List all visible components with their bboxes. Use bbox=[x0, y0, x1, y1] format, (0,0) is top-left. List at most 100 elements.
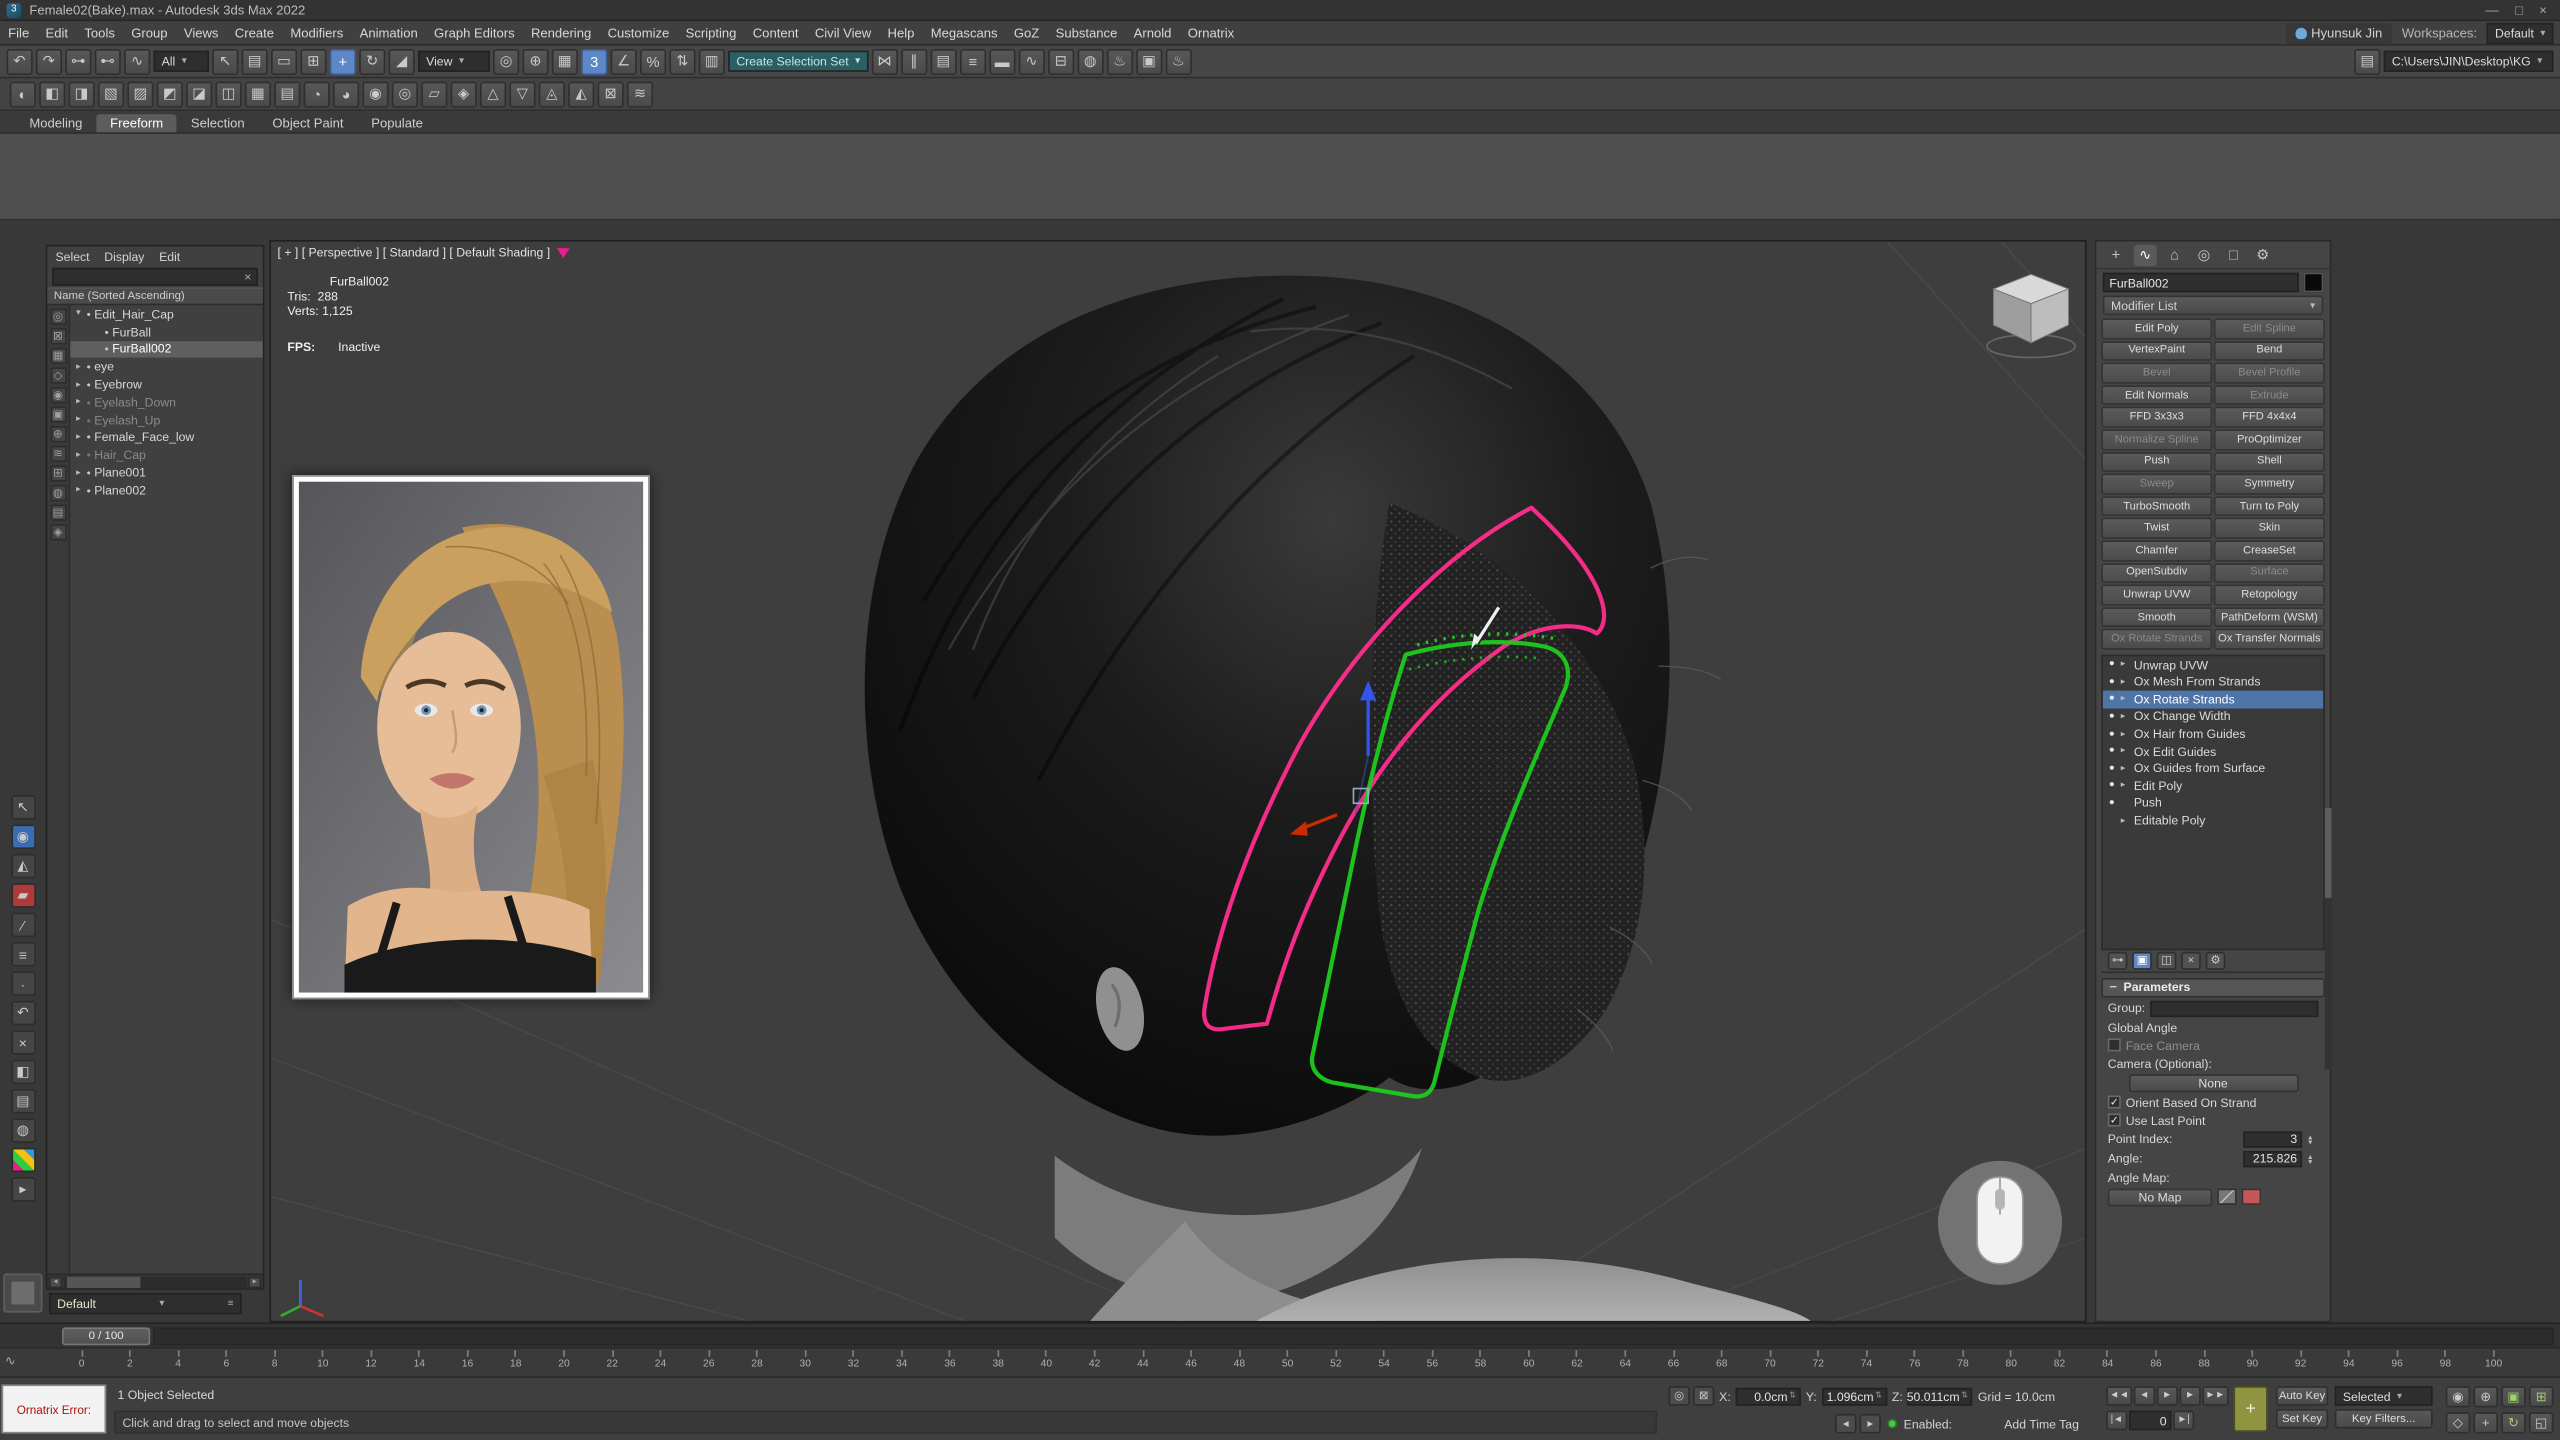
reference-coordinate-dropdown[interactable]: View bbox=[418, 51, 490, 72]
expand-arrow-icon[interactable]: ▸ bbox=[73, 415, 83, 425]
face-camera-checkbox[interactable] bbox=[2108, 1039, 2121, 1052]
explorer-menu-item[interactable]: Display bbox=[104, 250, 144, 265]
modifier-list-dropdown[interactable]: Modifier List bbox=[2103, 296, 2323, 316]
stack-expand-icon[interactable]: ▸ bbox=[2121, 712, 2131, 722]
scene-object-row[interactable]: ▸ ● Eyelash_Down bbox=[70, 393, 263, 411]
show-end-result-icon[interactable]: ▣ bbox=[2132, 952, 2152, 970]
time-tag-left-icon[interactable]: ◂ bbox=[1835, 1414, 1856, 1434]
go-to-end-icon[interactable]: ►► bbox=[2202, 1386, 2228, 1406]
mirror-strokes-icon[interactable]: ◧ bbox=[11, 1060, 35, 1084]
stack-expand-icon[interactable]: ▸ bbox=[2121, 816, 2131, 826]
scroll-left-icon[interactable]: ◂ bbox=[49, 1276, 62, 1287]
undo-icon[interactable]: ↶ bbox=[7, 48, 33, 74]
modifier-button[interactable]: Skin bbox=[2214, 518, 2325, 539]
ribbon-tab[interactable]: Object Paint bbox=[259, 114, 356, 132]
toggle-scene-explorer-icon[interactable]: ▤ bbox=[930, 48, 956, 74]
map-color-swatch[interactable] bbox=[2242, 1189, 2262, 1205]
scene-object-row[interactable]: ● FurBall002 bbox=[70, 341, 263, 359]
modifier-button[interactable]: ProOptimizer bbox=[2214, 429, 2325, 450]
explorer-sort-header[interactable]: Name (Sorted Ascending) bbox=[47, 287, 263, 305]
menu-item[interactable]: Civil View bbox=[807, 21, 880, 44]
angle-map-button[interactable]: No Map bbox=[2108, 1188, 2212, 1206]
create-selection-set-field[interactable]: Create Selection Set bbox=[728, 51, 868, 72]
menu-item[interactable]: Create bbox=[227, 21, 283, 44]
element-mode-tool-icon[interactable]: ▤ bbox=[274, 81, 300, 107]
menu-item[interactable]: Graph Editors bbox=[426, 21, 523, 44]
modifier-stack-row[interactable]: ● ▸ Ox Rotate Strands bbox=[2103, 691, 2323, 708]
smudge-brush-tool-icon[interactable]: ◬ bbox=[539, 81, 565, 107]
modifier-button[interactable]: FFD 3x3x3 bbox=[2101, 407, 2212, 428]
soft-selection-tool-icon[interactable]: ◐ bbox=[10, 81, 36, 107]
modifier-button[interactable]: Extrude bbox=[2214, 385, 2325, 406]
menu-item[interactable]: Ornatrix bbox=[1180, 21, 1243, 44]
bind-to-space-warp-icon[interactable]: ∿ bbox=[124, 48, 150, 74]
pick-object-icon[interactable]: ◭ bbox=[11, 854, 35, 878]
menu-item[interactable]: Content bbox=[745, 21, 807, 44]
menu-item[interactable]: File bbox=[0, 21, 37, 44]
modifier-button[interactable]: Edit Normals bbox=[2101, 385, 2212, 406]
menu-item[interactable]: Help bbox=[879, 21, 922, 44]
noise-brush-tool-icon[interactable]: ⊠ bbox=[598, 81, 624, 107]
quick-slice-tool-icon[interactable]: ◔ bbox=[304, 81, 330, 107]
user-account-button[interactable]: Hyunsuk Jin bbox=[2285, 23, 2392, 44]
camera-none-button[interactable]: None bbox=[2128, 1074, 2298, 1092]
angle-spinner[interactable]: ▲▼ bbox=[2307, 1154, 2318, 1164]
modifier-stack-row[interactable]: ● ▸ Ox Guides from Surface bbox=[2103, 760, 2323, 777]
edge-mode-tool-icon[interactable]: ◪ bbox=[186, 81, 212, 107]
stack-expand-icon[interactable]: ▸ bbox=[2121, 729, 2131, 739]
modifier-button[interactable]: Turn to Poly bbox=[2214, 496, 2325, 517]
point-index-field[interactable]: 3 bbox=[2243, 1131, 2302, 1147]
time-slider-track[interactable] bbox=[153, 1327, 2553, 1345]
display-tab-icon[interactable]: □ bbox=[2222, 244, 2245, 265]
use-last-point-checkbox[interactable]: ✓ bbox=[2108, 1114, 2121, 1127]
explorer-find-icon[interactable]: ◎ bbox=[50, 309, 66, 325]
modifier-visibility-icon[interactable]: ● bbox=[2106, 712, 2117, 722]
project-folder-icon[interactable]: ▤ bbox=[2354, 48, 2380, 74]
scene-object-row[interactable]: ● FurBall bbox=[70, 323, 263, 341]
modifier-visibility-icon[interactable]: ● bbox=[2106, 746, 2117, 756]
select-and-link-icon[interactable]: ⊶ bbox=[65, 48, 91, 74]
selection-lock-icon[interactable]: ⊠ bbox=[1693, 1386, 1714, 1406]
palette-icon[interactable]: ◍ bbox=[11, 1118, 35, 1142]
explorer-filter-shapes-icon[interactable]: ◇ bbox=[50, 367, 66, 383]
modifier-visibility-icon[interactable]: ● bbox=[2106, 695, 2117, 705]
object-name-field[interactable]: FurBall002 bbox=[2103, 273, 2299, 293]
perspective-viewport[interactable]: [ + ] [ Perspective ] [ Standard ] [ Def… bbox=[269, 240, 2086, 1322]
rendered-frame-window-icon[interactable]: ▣ bbox=[1136, 48, 1162, 74]
menu-item[interactable]: Arnold bbox=[1126, 21, 1180, 44]
select-by-name-icon[interactable]: ▤ bbox=[242, 48, 268, 74]
wave-brush-tool-icon[interactable]: ≋ bbox=[627, 81, 653, 107]
hair-point-icon[interactable]: · bbox=[11, 971, 35, 995]
stack-expand-icon[interactable]: ▸ bbox=[2121, 695, 2131, 705]
groom-select-icon[interactable]: ↖ bbox=[11, 795, 35, 819]
next-key-icon[interactable]: ►| bbox=[2173, 1411, 2194, 1431]
next-frame-icon[interactable]: ► bbox=[2179, 1386, 2200, 1406]
zoom-icon[interactable]: ◉ bbox=[2446, 1386, 2470, 1407]
modifier-button[interactable]: Chamfer bbox=[2101, 540, 2212, 561]
explorer-settings-icon[interactable]: ◍ bbox=[50, 485, 66, 501]
add-time-tag[interactable]: Add Time Tag bbox=[2004, 1416, 2079, 1431]
explorer-lock-icon[interactable]: ⊠ bbox=[50, 328, 66, 344]
zoom-extents-all-icon[interactable]: ⊞ bbox=[2529, 1386, 2553, 1407]
modifier-button[interactable]: Retopology bbox=[2214, 585, 2325, 606]
hair-pencil-icon[interactable]: ∕ bbox=[11, 913, 35, 937]
modifier-visibility-icon[interactable]: ● bbox=[2106, 660, 2117, 670]
expand-arrow-icon[interactable]: ▾ bbox=[73, 309, 83, 319]
expand-arrow-icon[interactable]: ▸ bbox=[73, 433, 83, 443]
command-panel-scrollbar[interactable] bbox=[2325, 808, 2332, 1069]
mirror-icon[interactable]: ⋈ bbox=[872, 48, 898, 74]
spinner-snap-icon[interactable]: ⇅ bbox=[669, 48, 695, 74]
modifier-stack-row[interactable]: ● Push bbox=[2103, 795, 2323, 812]
current-frame-field[interactable]: 0 bbox=[2129, 1411, 2171, 1431]
snaps-toggle-3d-icon[interactable]: 3 bbox=[581, 48, 607, 74]
modifier-stack-row[interactable]: ● ▸ Edit Poly bbox=[2103, 777, 2323, 794]
hair-comb-icon[interactable]: ≡ bbox=[11, 942, 35, 966]
map-slot-icon[interactable] bbox=[2217, 1189, 2237, 1205]
preset-menu-icon[interactable]: ≡ bbox=[228, 1299, 234, 1309]
scene-object-row[interactable]: ▾ ● Edit_Hair_Cap bbox=[70, 305, 263, 323]
curve-editor-icon[interactable]: ∿ bbox=[1018, 48, 1044, 74]
modifier-button[interactable]: Bevel bbox=[2101, 363, 2212, 384]
object-color-swatch[interactable] bbox=[2304, 273, 2324, 293]
toggle-ribbon-icon[interactable]: ▬ bbox=[989, 48, 1015, 74]
modifier-button[interactable]: Sweep bbox=[2101, 474, 2212, 495]
